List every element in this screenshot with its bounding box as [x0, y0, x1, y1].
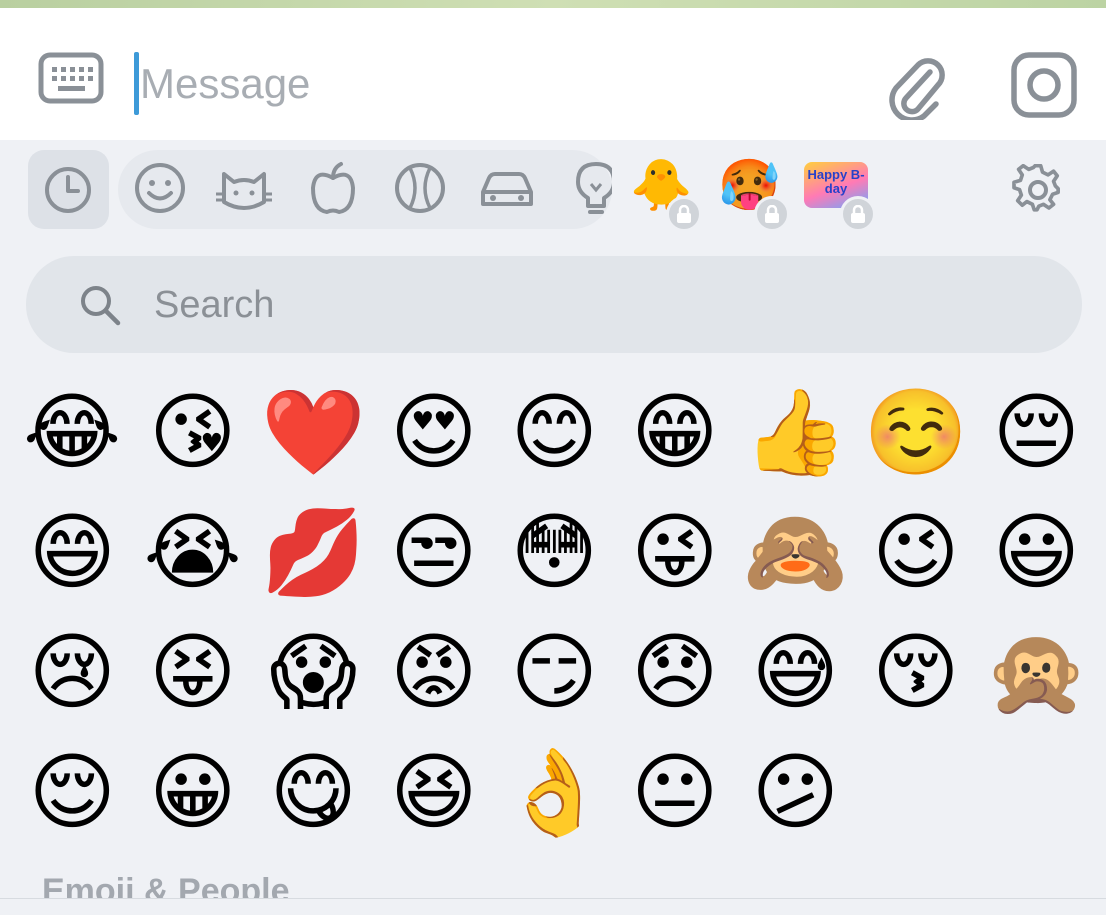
emoji-button[interactable]: 😕 [735, 732, 856, 852]
lightbulb-icon [576, 162, 612, 214]
apple-icon [311, 162, 355, 214]
lock-icon [666, 196, 702, 232]
emoji-grid: 😂 😘 ❤️ 😍 😊 😁 👍 ☺️ 😔 😄 😭 💋 😒 😳 😜 🙈 😉 😃 😢 😝 😱 😡 😏 😞 😅 😚 🙊 😌 😀 😋 😆 👌 😐 😕 [12, 372, 1102, 852]
emoji-button[interactable]: 😅 [735, 612, 856, 732]
emoji-row: 😢 😝 😱 😡 😏 😞 😅 😚 🙊 [12, 612, 1102, 732]
tab-objects[interactable] [566, 158, 612, 218]
emoji-button[interactable]: 😭 [133, 492, 254, 612]
emoji-button[interactable]: 💋 [253, 492, 374, 612]
keyboard-icon[interactable] [38, 52, 104, 104]
tab-animals[interactable] [214, 158, 274, 218]
message-composer [0, 8, 1106, 140]
search-input[interactable] [154, 270, 1034, 340]
emoji-button[interactable]: 🙊 [976, 612, 1097, 732]
emoji-button[interactable]: 😳 [494, 492, 615, 612]
tab-food[interactable] [303, 158, 363, 218]
emoji-row: 😌 😀 😋 😆 👌 😐 😕 [12, 732, 1102, 852]
emoji-button[interactable]: 😝 [133, 612, 254, 732]
emoji-button[interactable]: 😞 [615, 612, 736, 732]
emoji-button[interactable]: 😂 [12, 372, 133, 492]
tab-pack-duck[interactable]: 🐥 [630, 154, 706, 232]
emoji-button[interactable]: 😊 [494, 372, 615, 492]
emoji-button[interactable]: ☺️ [856, 372, 977, 492]
tab-pack-hot-face[interactable]: 🥵 [718, 154, 794, 232]
lock-icon [754, 196, 790, 232]
gear-icon[interactable] [1012, 163, 1064, 216]
emoji-category-tabs: 🐥 🥵 Happy B-day [0, 140, 1106, 244]
emoji-button[interactable]: 😆 [374, 732, 495, 852]
message-input[interactable] [140, 44, 840, 124]
emoji-button[interactable]: 😔 [976, 372, 1097, 492]
emoji-row: 😂 😘 ❤️ 😍 😊 😁 👍 ☺️ 😔 [12, 372, 1102, 492]
emoji-button[interactable]: 😉 [856, 492, 977, 612]
car-icon [481, 172, 533, 206]
bottom-divider [0, 898, 1106, 915]
text-caret [134, 52, 139, 115]
tab-recent[interactable] [28, 150, 109, 229]
category-tab-group [118, 150, 612, 229]
emoji-button[interactable]: 🙈 [735, 492, 856, 612]
emoji-button[interactable]: 😒 [374, 492, 495, 612]
ball-icon [395, 163, 445, 213]
tab-travel[interactable] [477, 158, 537, 218]
emoji-button[interactable]: 😢 [12, 612, 133, 732]
clock-icon [45, 167, 91, 213]
lock-icon [840, 196, 876, 232]
emoji-button[interactable]: 😃 [976, 492, 1097, 612]
emoji-button[interactable]: 😐 [615, 732, 736, 852]
smiley-icon [135, 163, 185, 213]
emoji-button[interactable]: 😁 [615, 372, 736, 492]
emoji-button[interactable]: ❤️ [253, 372, 374, 492]
emoji-button[interactable]: 😄 [12, 492, 133, 612]
emoji-button[interactable]: 😚 [856, 612, 977, 732]
emoji-button[interactable]: 😘 [133, 372, 254, 492]
emoji-button[interactable]: 😏 [494, 612, 615, 732]
emoji-button[interactable]: 😋 [253, 732, 374, 852]
emoji-button[interactable]: 😜 [615, 492, 736, 612]
tab-activity[interactable] [390, 158, 450, 218]
paperclip-icon[interactable] [886, 52, 946, 123]
emoji-button[interactable]: 👌 [494, 732, 615, 852]
emoji-button[interactable]: 😍 [374, 372, 495, 492]
emoji-button[interactable]: 😡 [374, 612, 495, 732]
search-icon [81, 286, 121, 326]
camera-icon[interactable] [1010, 51, 1078, 119]
emoji-button[interactable]: 👍 [735, 372, 856, 492]
tab-smileys[interactable] [130, 158, 190, 218]
tab-pack-birthday[interactable]: Happy B-day [804, 154, 880, 232]
emoji-row: 😄 😭 💋 😒 😳 😜 🙈 😉 😃 [12, 492, 1102, 612]
chat-background-strip [0, 0, 1106, 8]
cat-icon [216, 172, 272, 210]
emoji-button[interactable]: 😱 [253, 612, 374, 732]
emoji-button[interactable]: 😀 [133, 732, 254, 852]
emoji-search-bar[interactable] [26, 256, 1082, 353]
emoji-button[interactable]: 😌 [12, 732, 133, 852]
